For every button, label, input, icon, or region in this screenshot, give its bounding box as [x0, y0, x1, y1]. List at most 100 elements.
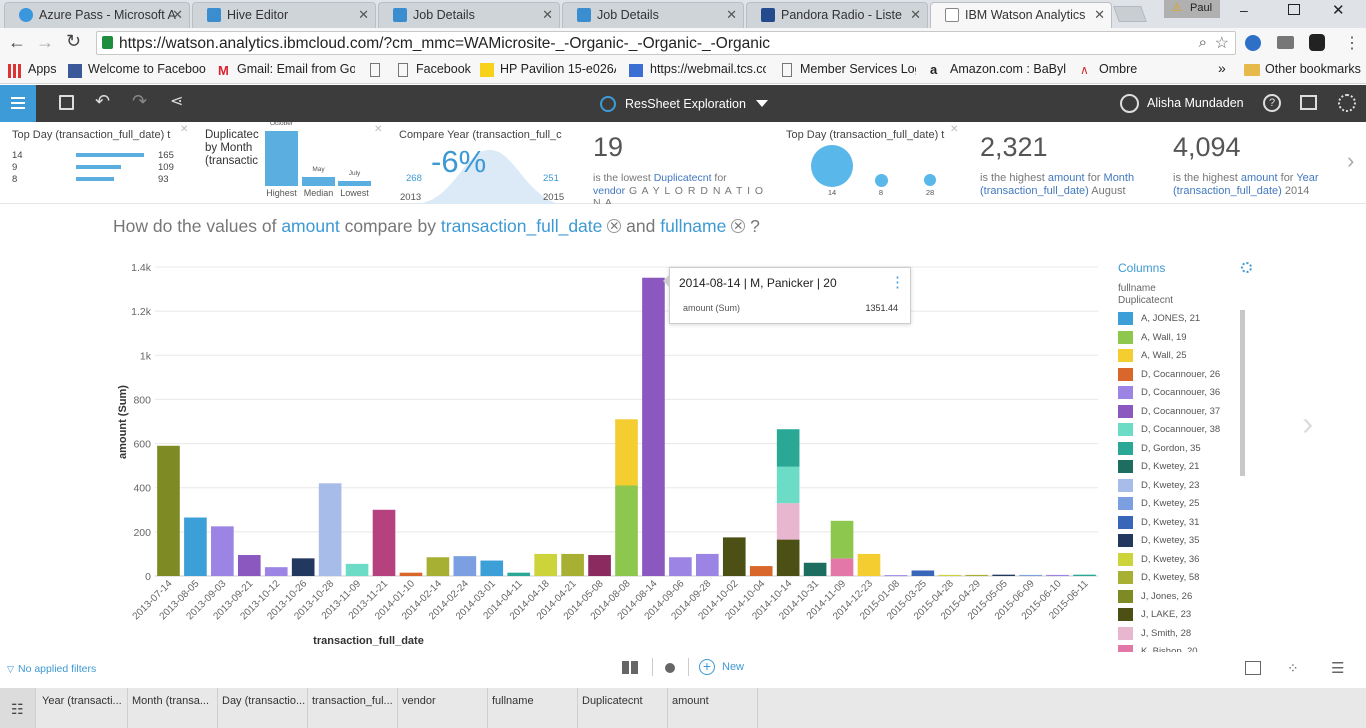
close-window-button[interactable]: ✕: [1332, 1, 1345, 19]
card-text-part: is the highest: [980, 172, 1048, 184]
hamburger-menu-button[interactable]: [0, 85, 36, 122]
remove-dimension-icon[interactable]: ✕: [731, 219, 746, 233]
column-year[interactable]: Year (transacti...: [38, 688, 128, 728]
close-tab-icon[interactable]: ✕: [910, 3, 921, 27]
insight-card-highest-amount-year[interactable]: 4,094 is the highest amount for Year (tr…: [1167, 122, 1343, 204]
bookmark-apps[interactable]: Apps: [28, 62, 57, 76]
settings-gear-icon[interactable]: [1338, 94, 1356, 112]
browser-tab[interactable]: Hive Editor ✕: [192, 2, 376, 28]
filter-icon[interactable]: ▽: [7, 664, 14, 675]
camera-icon[interactable]: [1277, 36, 1294, 49]
list-details-icon[interactable]: ☰: [1331, 659, 1344, 677]
legend-swatch: [1118, 367, 1133, 381]
browser-tab[interactable]: Job Details ✕: [562, 2, 744, 28]
new-button[interactable]: New: [722, 661, 744, 673]
browser-tab[interactable]: Pandora Radio - Liste ✕: [746, 2, 928, 28]
insight-card-highest-amount-month[interactable]: 2,321 is the highest amount for Month (t…: [974, 122, 1162, 204]
bookmark-hp-pavilion[interactable]: HP Pavilion 15-e026A: [500, 62, 616, 76]
new-tab-button[interactable]: [1113, 6, 1147, 22]
bookmark-amazon[interactable]: Amazon.com : BaBylis: [950, 62, 1066, 76]
chart-bar: [211, 526, 234, 576]
menu-icon[interactable]: ⋮: [1344, 33, 1360, 53]
reload-icon[interactable]: ↻: [66, 31, 81, 52]
bookmark-facebook-welcome[interactable]: Welcome to Facebook: [88, 62, 206, 76]
card-close-icon[interactable]: ✕: [180, 124, 188, 135]
close-tab-icon[interactable]: ✕: [726, 3, 737, 27]
chevron-down-icon[interactable]: [756, 100, 768, 107]
chart-type-icon[interactable]: [1245, 661, 1261, 675]
bookmark-facebook[interactable]: Facebook: [416, 62, 471, 76]
column-duplicatecnt[interactable]: Duplicatecnt: [578, 688, 668, 728]
exploration-title[interactable]: ResSheet Exploration: [625, 97, 746, 111]
column-transaction-full-date[interactable]: transaction_ful...: [308, 688, 398, 728]
chart-next-chevron-icon[interactable]: ›: [1302, 405, 1313, 444]
star-icon[interactable]: ☆: [1215, 33, 1229, 53]
extension-globe-icon[interactable]: [1245, 35, 1261, 51]
insight-card-top-day-bubbles[interactable]: Top Day (transaction_full_date) t ✕ 14 8 2…: [780, 122, 962, 204]
question-dimension-2[interactable]: fullname: [660, 216, 726, 236]
grid-view-icon[interactable]: [622, 661, 639, 674]
legend-title[interactable]: Columns: [1118, 261, 1165, 275]
chart-bar: [372, 509, 396, 576]
question-dimension-1[interactable]: transaction_full_date: [441, 216, 603, 236]
insight-card-compare-year[interactable]: Compare Year (transaction_full_c -6% 268…: [393, 122, 573, 204]
redo-icon[interactable]: ↷: [132, 91, 147, 112]
bookmarks-overflow-icon[interactable]: »: [1218, 60, 1226, 76]
search-icon[interactable]: ⌕: [1199, 34, 1207, 51]
browser-tab-active[interactable]: IBM Watson Analytics ✕: [930, 2, 1112, 28]
user-name[interactable]: Alisha Mundaden: [1147, 96, 1244, 110]
single-view-dot-icon[interactable]: [665, 663, 675, 673]
close-tab-icon[interactable]: ✕: [542, 3, 553, 27]
close-tab-icon[interactable]: ✕: [358, 3, 369, 27]
close-tab-icon[interactable]: ✕: [1094, 3, 1105, 27]
browser-tab[interactable]: Azure Pass - Microsoft A ✕: [4, 2, 190, 28]
user-avatar-icon[interactable]: [1120, 94, 1139, 113]
page-icon[interactable]: [370, 63, 380, 77]
card-close-icon[interactable]: ✕: [374, 124, 382, 135]
legend-scrollbar[interactable]: [1240, 310, 1245, 476]
bookmark-webmail[interactable]: https://webmail.tcs.co: [650, 62, 766, 76]
insight-card-duplicatecnt-month[interactable]: Duplicatec by Month (transactic ✕ Octobe…: [197, 122, 385, 204]
question-measure[interactable]: amount: [281, 216, 339, 236]
forward-arrow-icon[interactable]: →: [36, 32, 54, 53]
apps-icon[interactable]: [8, 64, 22, 78]
url-field[interactable]: https://watson.analytics.ibmcloud.com/?c…: [96, 31, 1236, 55]
bookmark-gmail[interactable]: Gmail: Email from Goo: [237, 62, 355, 76]
owl-icon[interactable]: [1309, 34, 1325, 51]
column-day[interactable]: Day (transactio...: [218, 688, 308, 728]
back-arrow-icon[interactable]: ←: [8, 32, 26, 53]
column-vendor[interactable]: vendor: [398, 688, 488, 728]
legend-swatch: [1118, 552, 1133, 566]
close-tab-icon[interactable]: ✕: [172, 3, 183, 27]
column-amount[interactable]: amount: [668, 688, 758, 728]
browser-tab[interactable]: Job Details ✕: [378, 2, 560, 28]
share-icon[interactable]: ⋖: [170, 91, 183, 111]
no-applied-filters[interactable]: No applied filters: [18, 663, 96, 675]
column-month[interactable]: Month (transa...: [128, 688, 218, 728]
maximize-button[interactable]: [1288, 4, 1300, 15]
column-fullname[interactable]: fullname: [488, 688, 578, 728]
add-new-icon[interactable]: +: [699, 659, 715, 675]
other-bookmarks[interactable]: Other bookmarks: [1265, 62, 1361, 76]
stacked-bar-chart: 02004006008001k1.2k1.4k2013-07-142013-08…: [117, 262, 1098, 647]
help-icon[interactable]: ?: [1263, 94, 1281, 112]
card-big-number: 2,321: [980, 132, 1048, 162]
insight-card-top-day[interactable]: Top Day (transaction_full_date) t ✕ 14 16…: [0, 122, 190, 204]
profile-badge[interactable]: ⚠ Paul: [1164, 0, 1220, 18]
card-close-icon[interactable]: ✕: [950, 124, 958, 135]
scatter-icon[interactable]: ⁘: [1287, 660, 1299, 677]
undo-icon[interactable]: ↶: [95, 91, 110, 112]
legend-scroll-container[interactable]: A, JONES, 21 A, Wall, 19 A, Wall, 25 D, Coc…: [1110, 309, 1250, 652]
tooltip-more-icon[interactable]: ⋮: [890, 273, 905, 291]
columns-toggle-button[interactable]: ☷: [0, 688, 36, 728]
minimize-button[interactable]: –: [1240, 2, 1260, 18]
bookmark-ombre[interactable]: Ombre: [1099, 62, 1137, 76]
cards-next-chevron-icon[interactable]: ›: [1347, 148, 1354, 174]
save-icon[interactable]: [59, 95, 74, 110]
insight-card-lowest-duplicatecnt[interactable]: 19 is the lowest Duplicatecnt for vendor…: [587, 122, 772, 204]
bookmark-member-services[interactable]: Member Services Logi: [800, 62, 916, 76]
legend-settings-icon[interactable]: [1241, 262, 1252, 273]
dashboard-icon[interactable]: [1300, 95, 1317, 110]
remove-dimension-icon[interactable]: ✕: [607, 219, 622, 233]
card-title: Top Day (transaction_full_date) t: [786, 129, 945, 141]
